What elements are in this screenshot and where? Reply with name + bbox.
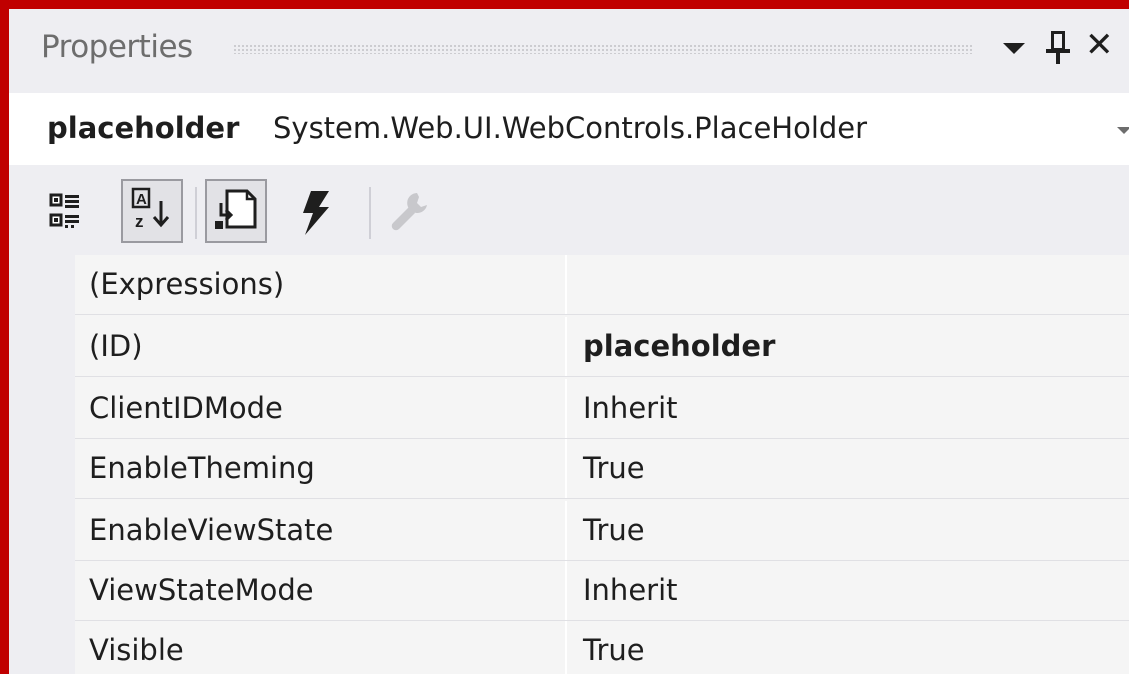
toolbar-separator bbox=[369, 187, 371, 239]
property-row[interactable]: ViewStateMode Inherit bbox=[75, 561, 1129, 621]
property-name: ViewStateMode bbox=[89, 573, 314, 607]
selected-object-type: System.Web.UI.WebControls.PlaceHolder bbox=[273, 111, 868, 145]
window-position-dropdown-icon[interactable] bbox=[997, 25, 1031, 61]
property-value-cell[interactable]: Inherit bbox=[569, 561, 1129, 620]
properties-button[interactable] bbox=[205, 179, 267, 243]
property-name: (Expressions) bbox=[89, 267, 285, 301]
property-pages-wrench-icon bbox=[391, 193, 427, 231]
property-value: Inherit bbox=[583, 573, 678, 607]
property-name-cell: ClientIDMode bbox=[75, 379, 567, 438]
toolbar-separator bbox=[195, 187, 197, 239]
property-pages-button[interactable] bbox=[379, 173, 449, 243]
chevron-down-icon[interactable] bbox=[1117, 127, 1129, 134]
property-name-cell: ViewStateMode bbox=[75, 561, 567, 620]
categorized-button[interactable] bbox=[39, 173, 109, 243]
grid-gutter bbox=[9, 255, 75, 674]
property-name: ClientIDMode bbox=[89, 391, 283, 425]
property-name: Visible bbox=[89, 633, 184, 667]
property-value: Inherit bbox=[583, 391, 678, 425]
property-value: True bbox=[583, 513, 645, 547]
property-grid: (Expressions) (ID) placeholder ClientIDM… bbox=[9, 255, 1129, 674]
property-name: EnableTheming bbox=[89, 451, 315, 485]
property-name-cell: Visible bbox=[75, 621, 567, 674]
events-lightning-icon bbox=[303, 191, 329, 235]
svg-text:z: z bbox=[135, 212, 144, 231]
properties-icon bbox=[215, 189, 257, 229]
property-value-cell[interactable] bbox=[569, 255, 1129, 314]
property-row[interactable]: Visible True bbox=[75, 621, 1129, 674]
property-row[interactable]: ClientIDMode Inherit bbox=[75, 379, 1129, 439]
property-value: True bbox=[583, 633, 645, 667]
properties-toolbar: A z bbox=[9, 165, 1129, 253]
property-name-cell: (ID) bbox=[75, 317, 567, 376]
property-name: (ID) bbox=[89, 329, 143, 363]
categorized-icon bbox=[49, 193, 79, 228]
property-value: placeholder bbox=[583, 329, 776, 363]
object-selector[interactable]: placeholder System.Web.UI.WebControls.Pl… bbox=[9, 93, 1129, 165]
svg-text:A: A bbox=[136, 191, 147, 208]
property-row[interactable]: (Expressions) bbox=[75, 255, 1129, 315]
title-bar[interactable]: Properties ✕ bbox=[9, 9, 1129, 93]
property-value: True bbox=[583, 451, 645, 485]
alphabetical-button[interactable]: A z bbox=[121, 179, 183, 243]
close-icon[interactable]: ✕ bbox=[1085, 27, 1114, 63]
title-grip[interactable] bbox=[233, 44, 973, 54]
property-row[interactable]: EnableTheming True bbox=[75, 439, 1129, 499]
property-value-cell[interactable]: True bbox=[569, 621, 1129, 674]
property-name-cell: EnableTheming bbox=[75, 439, 567, 498]
property-value-cell[interactable]: True bbox=[569, 501, 1129, 560]
events-button[interactable] bbox=[285, 173, 355, 243]
property-name-cell: (Expressions) bbox=[75, 255, 567, 314]
alphabetical-sort-icon: A z bbox=[131, 187, 170, 231]
property-value-cell[interactable]: Inherit bbox=[569, 379, 1129, 438]
panel-title: Properties bbox=[41, 29, 193, 65]
property-name-cell: EnableViewState bbox=[75, 501, 567, 560]
property-value-cell[interactable]: True bbox=[569, 439, 1129, 498]
pin-icon[interactable] bbox=[1045, 25, 1075, 65]
property-value-cell[interactable]: placeholder bbox=[569, 317, 1129, 376]
property-row[interactable]: EnableViewState True bbox=[75, 501, 1129, 561]
properties-window: Properties ✕ placeholder System.Web.UI.W… bbox=[0, 0, 1129, 674]
property-row[interactable]: (ID) placeholder bbox=[75, 317, 1129, 377]
selected-object-name: placeholder bbox=[47, 111, 240, 145]
property-name: EnableViewState bbox=[89, 513, 334, 547]
